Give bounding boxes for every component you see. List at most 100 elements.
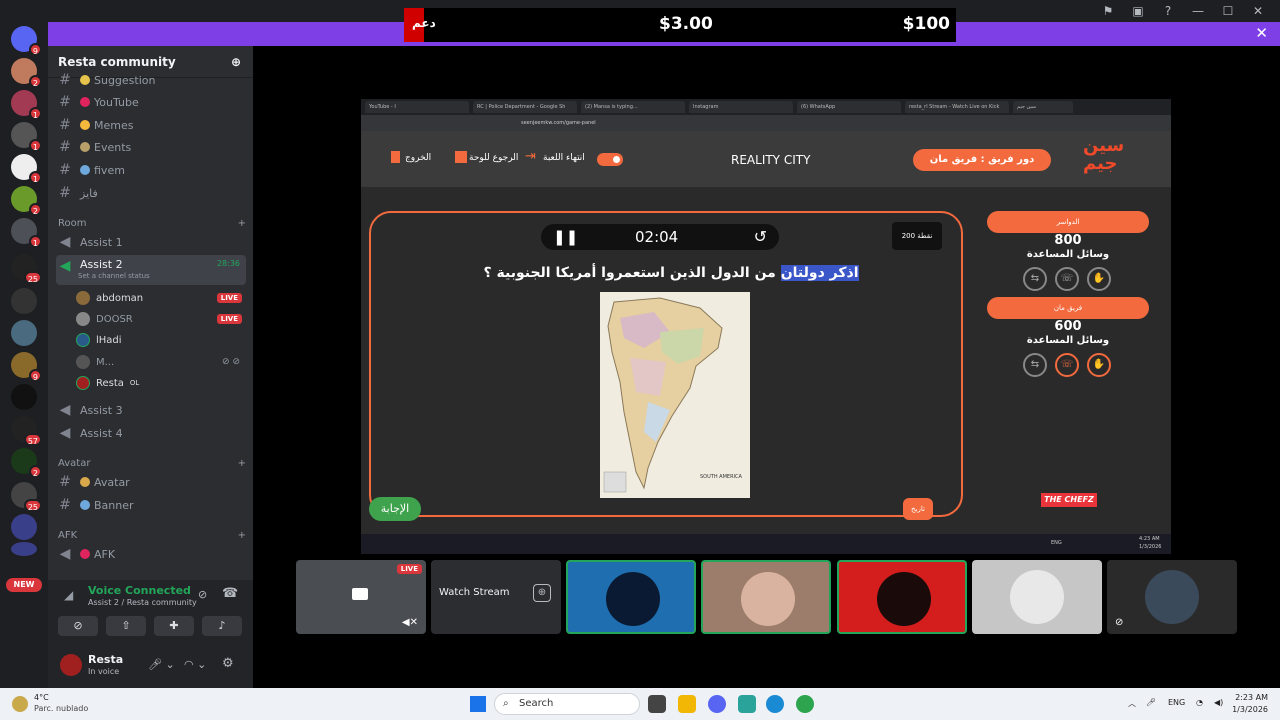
mic-tray-icon[interactable]: 🎤︎ xyxy=(1146,698,1156,707)
task-view-icon[interactable] xyxy=(648,695,666,713)
windows-start-icon[interactable] xyxy=(470,696,486,712)
server-icon[interactable]: 9 xyxy=(11,352,42,382)
add-channel-icon[interactable]: + xyxy=(238,458,246,469)
channel-avatar[interactable]: # Avatar xyxy=(56,472,246,492)
stream-tile[interactable]: LIVE ◀✕ xyxy=(296,560,426,634)
add-channel-icon[interactable]: + xyxy=(238,530,246,541)
language-indicator[interactable]: ENG xyxy=(1168,698,1185,707)
phone-icon[interactable]: ☏ xyxy=(1055,353,1079,377)
browser-tab[interactable]: RC | Police Department - Google Sh xyxy=(473,101,577,113)
category-room[interactable]: Room + xyxy=(58,218,246,229)
participant-tile[interactable] xyxy=(837,560,967,634)
browser-tab[interactable]: resta_rl Stream - Watch Live on Kick xyxy=(905,101,1009,113)
address-bar[interactable]: seenjeemkw.com/game-panel xyxy=(361,115,1171,131)
pause-icon[interactable]: ❚❚ xyxy=(553,228,578,246)
channel-suggestion[interactable]: # Suggestion xyxy=(56,70,246,90)
answer-button[interactable]: الإجابة xyxy=(369,497,421,521)
end-game-toggle[interactable] xyxy=(597,153,623,166)
browser-tab[interactable]: YouTube - I xyxy=(365,101,469,113)
category-afk[interactable]: AFK + xyxy=(58,530,246,541)
noise-suppression-icon[interactable]: ⊘ xyxy=(198,588,207,601)
help-icon[interactable]: ? xyxy=(1158,4,1178,18)
headphones-icon[interactable]: ◠ ⌄ xyxy=(184,658,206,671)
wifi-icon[interactable]: ◔ xyxy=(1196,698,1203,707)
browser-tab[interactable]: (2) Mansa is typing... xyxy=(581,101,685,113)
voice-member[interactable]: abdoman LIVE xyxy=(76,288,246,308)
participant-tile[interactable] xyxy=(566,560,696,634)
history-button[interactable]: تاريخ xyxy=(903,498,933,520)
tray-chevron-icon[interactable]: ︿ xyxy=(1128,698,1136,709)
server-icon[interactable]: 25 xyxy=(11,254,42,284)
screen-share-icon[interactable]: ⇧ xyxy=(106,616,146,636)
edge-icon[interactable] xyxy=(766,695,784,713)
add-channel-icon[interactable]: + xyxy=(238,218,246,229)
microphone-icon[interactable]: 🎤︎ ⌄ xyxy=(148,658,175,671)
voice-assist-3[interactable]: ◀ Assist 3 xyxy=(56,400,246,420)
hand-icon[interactable]: ✋ xyxy=(1087,353,1111,377)
browser-tab[interactable]: Instagram xyxy=(689,101,793,113)
app-taskbar-icon[interactable] xyxy=(738,695,756,713)
server-icon[interactable]: 25 xyxy=(11,482,42,512)
channel-memes[interactable]: # Memes xyxy=(56,115,246,135)
chrome-icon[interactable] xyxy=(796,695,814,713)
watch-stream-tile[interactable]: Watch Stream ⊕ xyxy=(431,560,561,634)
server-icon[interactable]: 1 xyxy=(11,218,42,248)
screen-icon[interactable]: ▣ xyxy=(1128,4,1148,18)
close-banner-icon[interactable]: ✕ xyxy=(1255,24,1268,42)
minimize-icon[interactable]: — xyxy=(1188,4,1208,18)
end-game-link[interactable]: انتهاء اللعبة xyxy=(543,153,585,163)
participant-tile[interactable] xyxy=(972,560,1102,634)
voice-status[interactable]: Voice Connected xyxy=(88,584,191,597)
discord-home-icon[interactable]: 9 xyxy=(11,26,42,56)
voice-assist-1[interactable]: ◀ Assist 1 xyxy=(56,232,246,252)
server-icon[interactable] xyxy=(11,384,37,410)
system-clock[interactable]: 2:23 AM 1/3/2026 xyxy=(1232,692,1268,716)
back-to-board-link[interactable]: الرجوع للوحة xyxy=(469,153,518,163)
streamed-browser[interactable]: YouTube - I RC | Police Department - Goo… xyxy=(361,99,1171,554)
voice-member[interactable]: DOOSR LIVE xyxy=(76,309,246,329)
add-member-icon[interactable]: ⊕ xyxy=(231,55,241,69)
disconnect-icon[interactable]: ☎ xyxy=(222,586,238,601)
server-icon[interactable]: 1 xyxy=(11,154,42,184)
signal-icon[interactable]: ◢ xyxy=(64,588,73,602)
server-icon[interactable]: 1 xyxy=(11,90,42,120)
voice-assist-2[interactable]: ◀ Assist 2 28:36 Set a channel status xyxy=(56,255,246,285)
server-icon[interactable] xyxy=(11,542,37,556)
weather-icon[interactable] xyxy=(12,696,28,712)
channel-status[interactable]: Set a channel status xyxy=(78,272,150,280)
settings-gear-icon[interactable]: ⚙ xyxy=(222,656,234,671)
phone-icon[interactable]: ☏ xyxy=(1055,267,1079,291)
inbox-icon[interactable]: ⚑ xyxy=(1098,4,1118,18)
avatar[interactable] xyxy=(60,654,82,676)
reset-icon[interactable]: ↺ xyxy=(754,227,767,246)
exit-link[interactable]: الخروج xyxy=(405,153,431,163)
server-icon[interactable] xyxy=(11,514,37,540)
channel-banner[interactable]: # Banner xyxy=(56,495,246,515)
soundboard-icon[interactable]: ♪ xyxy=(202,616,242,636)
file-explorer-icon[interactable] xyxy=(678,695,696,713)
camera-off-icon[interactable]: ⊘ xyxy=(58,616,98,636)
server-icon[interactable]: 2 xyxy=(11,448,42,478)
voice-member[interactable]: Resta OL xyxy=(76,373,246,393)
swap-icon[interactable]: ⇆ xyxy=(1023,353,1047,377)
watch-icon[interactable]: ⊕ xyxy=(533,584,551,602)
voice-assist-4[interactable]: ◀ Assist 4 xyxy=(56,423,246,443)
browser-tab[interactable]: (6) WhatsApp xyxy=(797,101,901,113)
voice-member[interactable]: lHadi xyxy=(76,330,246,350)
channel-fivem[interactable]: # fivem xyxy=(56,160,246,180)
close-window-icon[interactable]: ✕ xyxy=(1248,4,1268,18)
maximize-icon[interactable]: ☐ xyxy=(1218,4,1238,18)
server-icon[interactable]: 57 xyxy=(11,416,42,446)
server-icon[interactable]: 2 xyxy=(11,186,42,216)
activities-icon[interactable]: ✚ xyxy=(154,616,194,636)
participant-tile[interactable] xyxy=(701,560,831,634)
category-avatar[interactable]: Avatar + xyxy=(58,458,246,469)
voice-member[interactable]: M... ⊘ ⊘ xyxy=(76,352,246,372)
server-icon[interactable] xyxy=(11,288,37,314)
server-icon[interactable]: 2 xyxy=(11,58,42,88)
browser-tab[interactable]: سين جيم xyxy=(1013,101,1073,113)
server-icon[interactable] xyxy=(11,320,37,346)
server-icon[interactable]: 1 xyxy=(11,122,42,152)
voice-afk[interactable]: ◀ AFK xyxy=(56,544,246,564)
discord-taskbar-icon[interactable] xyxy=(708,695,726,713)
